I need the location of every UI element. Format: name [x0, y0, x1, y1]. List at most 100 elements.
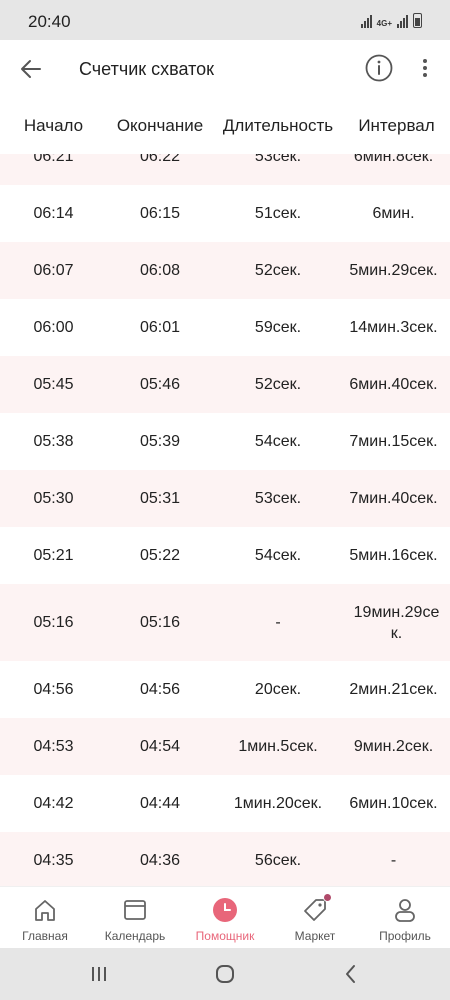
cell-duration: 56сек. — [254, 852, 302, 869]
header-start: Начало — [23, 116, 84, 135]
cell-start: 06:00 — [33, 319, 74, 336]
cell-interval: 5мин.16сек. — [349, 547, 438, 564]
nav-label: Календарь — [104, 929, 166, 943]
status-bar: 20:40 4G+ — [0, 0, 450, 40]
cell-duration: 54сек. — [254, 547, 302, 564]
cell-duration: 54сек. — [254, 433, 302, 450]
cell-end: 05:46 — [139, 376, 181, 393]
cell-start: 06:14 — [33, 205, 74, 222]
cell-end: 04:36 — [139, 852, 181, 869]
cell-start: 05:30 — [33, 490, 74, 507]
cell-duration: 20сек. — [254, 681, 302, 698]
recent-apps-button[interactable] — [84, 960, 114, 988]
notification-badge — [323, 893, 332, 902]
table-row[interactable]: 05:38 05:39 54сек. 7мин.15сек. — [0, 413, 450, 470]
table-row[interactable]: 04:35 04:36 56сек. - — [0, 832, 450, 886]
cell-duration: - — [275, 614, 281, 631]
home-icon — [30, 895, 60, 925]
home-circle-icon — [216, 965, 234, 983]
signal-icon — [360, 14, 372, 28]
cell-interval: 6мин.40сек. — [349, 376, 438, 393]
cell-end: 06:22 — [139, 154, 181, 165]
cell-start: 05:21 — [33, 547, 74, 564]
table-row[interactable]: 05:21 05:22 54сек. 5мин.16сек. — [0, 527, 450, 584]
cell-end: 04:44 — [139, 795, 181, 812]
nav-label: Главная — [22, 929, 68, 943]
status-icons: 4G+ — [360, 12, 422, 28]
cell-interval: 7мин.15сек. — [349, 433, 438, 450]
cell-start: 05:45 — [33, 376, 74, 393]
nav-assistant[interactable]: Помощник — [180, 887, 270, 948]
cell-end: 05:39 — [139, 433, 181, 450]
cell-end: 05:22 — [139, 547, 181, 564]
system-nav-bar — [0, 948, 450, 1000]
cell-duration: 53сек. — [254, 490, 302, 507]
network-type: 4G+ — [376, 19, 392, 28]
cell-interval: 7мин.40сек. — [349, 490, 438, 507]
nav-home[interactable]: Главная — [0, 887, 90, 948]
cell-interval: 6мин.8сек. — [353, 154, 434, 165]
cell-end: 05:31 — [139, 490, 181, 507]
table-row[interactable]: 04:56 04:56 20сек. 2мин.21сек. — [0, 661, 450, 718]
calendar-icon — [120, 895, 150, 925]
cell-start: 04:35 — [33, 852, 74, 869]
header-interval: Интервал — [358, 116, 435, 135]
cell-end: 06:01 — [139, 319, 181, 336]
tag-icon — [300, 893, 332, 925]
recent-apps-icon — [92, 967, 106, 981]
cell-duration: 1мин.5сек. — [238, 738, 318, 755]
more-vert-icon — [423, 59, 427, 63]
battery-icon — [413, 13, 422, 28]
cell-start: 06:21 — [33, 154, 74, 165]
table-row[interactable]: 04:42 04:44 1мин.20сек. 6мин.10сек. — [0, 775, 450, 832]
cell-interval: 9мин.2сек. — [353, 738, 434, 755]
status-time: 20:40 — [28, 12, 71, 31]
cell-start: 05:38 — [33, 433, 74, 450]
back-system-button[interactable] — [336, 960, 366, 988]
cell-duration: 51сек. — [254, 205, 302, 222]
cell-end: 06:08 — [139, 262, 181, 279]
page-title: Счетчик схваток — [79, 59, 215, 79]
nav-label: Маркет — [294, 929, 336, 943]
table-row[interactable]: 04:53 04:54 1мин.5сек. 9мин.2сек. — [0, 718, 450, 775]
back-arrow-icon — [21, 60, 41, 78]
cell-duration: 52сек. — [254, 262, 302, 279]
header-duration: Длительность — [222, 116, 334, 135]
table-row[interactable]: 06:14 06:15 51сек. 6мин. — [0, 185, 450, 242]
more-menu-button[interactable] — [414, 53, 436, 83]
cell-interval: 6мин.10сек. — [349, 795, 438, 812]
cell-start: 06:07 — [33, 262, 74, 279]
cell-end: 04:56 — [139, 681, 181, 698]
profile-icon — [390, 895, 420, 925]
cell-interval: 6мин. — [372, 205, 415, 222]
home-system-button[interactable] — [210, 960, 240, 988]
timer-icon — [210, 895, 240, 925]
cell-end: 05:16 — [139, 614, 181, 631]
info-button[interactable] — [364, 53, 394, 83]
table-row[interactable]: 05:16 05:16 - 19мин.29сек. — [0, 584, 450, 661]
cell-interval: 5мин.29сек. — [349, 262, 438, 279]
app-bar: Счетчик схваток — [0, 40, 450, 98]
cell-start: 04:42 — [33, 795, 74, 812]
bottom-nav: Главная Календарь Помощник Маркет Профил… — [0, 886, 450, 948]
nav-calendar[interactable]: Календарь — [90, 887, 180, 948]
nav-profile[interactable]: Профиль — [360, 887, 450, 948]
cell-interval: - — [390, 852, 397, 869]
cell-start: 05:16 — [33, 614, 74, 631]
cell-interval: 2мин.21сек. — [349, 681, 438, 698]
table-row[interactable]: 06:21 06:22 53сек. 6мин.8сек. — [0, 154, 450, 185]
table-header: Начало Окончание Длительность Интервал — [0, 98, 450, 154]
table-row[interactable]: 05:30 05:31 53сек. 7мин.40сек. — [0, 470, 450, 527]
back-button[interactable] — [14, 52, 48, 86]
nav-market[interactable]: Маркет — [270, 887, 360, 948]
header-end: Окончание — [116, 116, 204, 135]
cell-duration: 52сек. — [254, 376, 302, 393]
cell-interval: 14мин.3сек. — [349, 319, 438, 336]
contractions-list[interactable]: 06:21 06:22 53сек. 6мин.8сек. 06:14 06:1… — [0, 154, 450, 886]
cell-duration: 1мин.20сек. — [233, 795, 323, 812]
table-row[interactable]: 06:00 06:01 59сек. 14мин.3сек. — [0, 299, 450, 356]
table-row[interactable]: 06:07 06:08 52сек. 5мин.29сек. — [0, 242, 450, 299]
cell-duration: 59сек. — [254, 319, 302, 336]
nav-label: Помощник — [195, 929, 255, 943]
table-row[interactable]: 05:45 05:46 52сек. 6мин.40сек. — [0, 356, 450, 413]
